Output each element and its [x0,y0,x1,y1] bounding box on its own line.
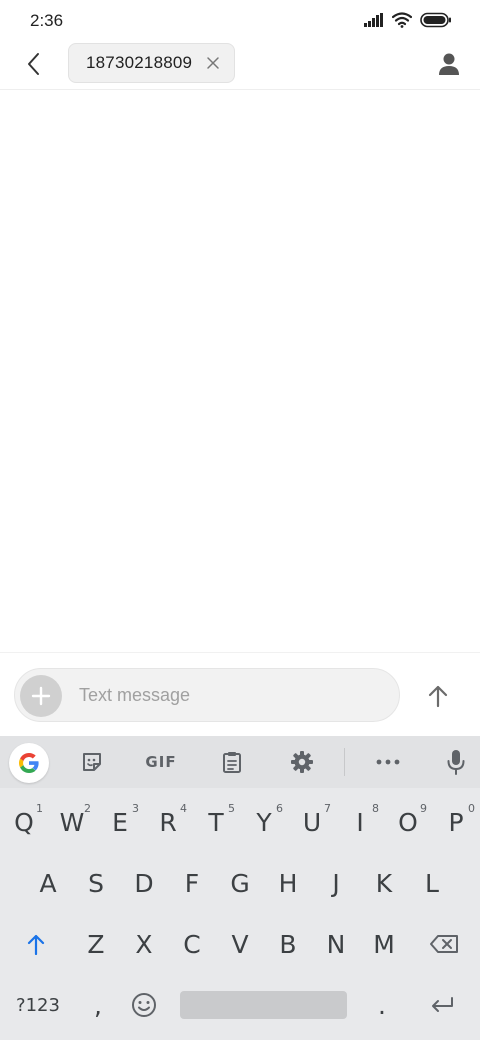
battery-icon [420,12,451,28]
emoji-key[interactable] [120,975,168,1035]
arrow-up-icon [428,685,448,708]
gif-button[interactable]: GIF [138,742,184,782]
compose-bar [0,652,480,736]
key-i[interactable]: I8 [336,792,384,852]
plus-icon [31,686,51,706]
clipboard-button[interactable] [212,742,252,782]
key-u[interactable]: U7 [288,792,336,852]
key-b[interactable]: B [264,914,312,974]
key-row-2: A S D F G H J K L [0,853,480,913]
gif-label: GIF [145,753,177,771]
chevron-left-icon [28,53,39,75]
person-icon [439,53,459,75]
backspace-key[interactable] [408,914,480,974]
sticker-icon [83,753,101,771]
send-button[interactable] [420,678,456,714]
key-l[interactable]: L [408,853,456,913]
key-row-3: Z X C V B N M [0,914,480,974]
key-j[interactable]: J [312,853,360,913]
key-q[interactable]: Q1 [0,792,48,852]
microphone-icon [447,750,465,775]
recipient-chip[interactable]: 18730218809 [68,43,235,83]
status-icons [364,12,452,28]
enter-key[interactable] [412,975,472,1035]
key-c[interactable]: C [168,914,216,974]
key-n[interactable]: N [312,914,360,974]
key-v[interactable]: V [216,914,264,974]
keyboard: GIF Q 1 W 2 E 3 R 4 T 5 Y 6 U 7 I 8 O 9 … [0,736,480,1040]
attach-button[interactable] [20,675,62,717]
emoji-icon [132,993,156,1017]
key-row-4: ?123 , . [0,975,480,1035]
cellular-signal-icon [364,13,383,27]
key-o[interactable]: O9 [384,792,432,852]
keyboard-toolbar: GIF [0,736,480,788]
shift-key[interactable] [0,914,72,974]
key-h[interactable]: H [264,853,312,913]
key-a[interactable]: A [24,853,72,913]
key-e[interactable]: E3 [96,792,144,852]
google-button[interactable] [9,743,49,783]
key-w[interactable]: W2 [48,792,96,852]
key-y[interactable]: Y6 [240,792,288,852]
symbols-key[interactable]: ?123 [0,975,76,1035]
backspace-icon [430,935,458,953]
key-f[interactable]: F [168,853,216,913]
back-button[interactable] [18,48,50,80]
recipient-number: 18730218809 [86,53,193,72]
key-d[interactable]: D [120,853,168,913]
message-input[interactable] [79,677,379,713]
key-k[interactable]: K [360,853,408,913]
period-key[interactable]: . [358,975,406,1035]
message-thread [0,91,480,652]
space-bar[interactable] [180,991,347,1019]
clipboard-icon [223,752,241,773]
compose-field [14,668,400,722]
key-z[interactable]: Z [72,914,120,974]
app-header: 18730218809 [0,40,480,90]
shift-arrow-icon [27,934,45,955]
key-s[interactable]: S [72,853,120,913]
enter-icon [432,997,453,1012]
status-time: 2:36 [30,11,64,30]
sticker-button[interactable] [72,742,112,782]
toolbar-divider [344,748,345,776]
key-r[interactable]: R4 [144,792,192,852]
key-p[interactable]: P0 [432,792,480,852]
google-g-icon [19,753,39,773]
wifi-icon [392,12,412,28]
key-t[interactable]: T5 [192,792,240,852]
contact-button[interactable] [434,49,464,79]
key-x[interactable]: X [120,914,168,974]
comma-key[interactable]: , [76,975,120,1035]
settings-button[interactable] [282,742,322,782]
key-g[interactable]: G [216,853,264,913]
more-horizontal-icon [376,759,400,765]
key-row-1: Q1 W2 E3 R4 T5 Y6 U7 I8 O9 P0 [0,792,480,852]
voice-input-button[interactable] [436,742,476,782]
key-m[interactable]: M [360,914,408,974]
status-bar: 2:36 [0,0,480,40]
close-icon[interactable] [206,56,220,70]
gear-icon [291,751,313,773]
more-button[interactable] [368,742,408,782]
